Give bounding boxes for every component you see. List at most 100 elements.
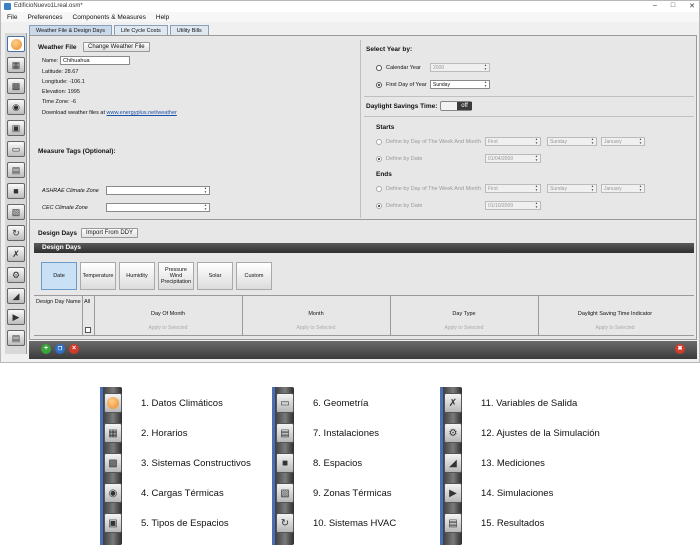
legend-icon-results: ▤ <box>444 513 462 533</box>
grid-bottom-line <box>34 335 694 336</box>
end-week-select[interactable]: First <box>485 184 541 193</box>
col-day-type: Day Type <box>452 311 476 317</box>
sidebar-item-run[interactable]: ▶ <box>7 309 25 325</box>
menu-components-measures[interactable]: Components & Measures <box>73 14 146 21</box>
sidebar-item-space-types[interactable]: ▣ <box>7 120 25 136</box>
schedules-icon: ▦ <box>108 427 118 439</box>
apply-to-selected[interactable]: Apply to Selected <box>392 325 536 331</box>
col-day-of-month: Day Of Month <box>151 311 185 317</box>
legend-item-15: 15. Resultados <box>481 518 545 529</box>
first-day-select[interactable]: Sunday <box>430 80 490 89</box>
end-date-label: Define by Date <box>386 203 423 209</box>
app-window: EdificioNuevo1Lreal.osm* – □ ✕ File Pref… <box>0 0 700 363</box>
add-button[interactable]: + <box>41 344 51 354</box>
sidebar-item-hvac[interactable]: ↻ <box>7 225 25 241</box>
output-variables-icon: ✗ <box>448 397 458 409</box>
legend-item-11: 11. Variables de Salida <box>481 398 578 409</box>
calendar-year-select[interactable]: 2000 <box>430 63 490 72</box>
grid-divider <box>94 295 95 335</box>
sidebar-item-site[interactable] <box>7 36 25 52</box>
menu-file[interactable]: File <box>7 14 17 21</box>
download-prefix: Download weather files at <box>42 110 107 116</box>
site-icon <box>10 38 22 50</box>
purge-button[interactable]: ✖ <box>675 344 685 354</box>
bottom-toolbar: + ❐ × ✖ <box>29 341 697 359</box>
elevation-text: Elevation: 1995 <box>42 89 80 95</box>
end-dow-radio[interactable] <box>376 186 382 192</box>
humidity-tab-button[interactable]: Humidity <box>119 262 155 290</box>
menu-bar: File Preferences Components & Measures H… <box>1 12 699 22</box>
legend-icon-loads: ◉ <box>104 483 122 503</box>
apply-to-selected[interactable]: Apply to Selected <box>244 325 388 331</box>
maximize-button[interactable]: □ <box>671 2 675 10</box>
legend-item-10: 10. Sistemas HVAC <box>313 518 397 529</box>
start-dow-label: Define by Day of The Week And Month <box>386 139 481 145</box>
menu-preferences[interactable]: Preferences <box>27 14 62 21</box>
start-day-select[interactable]: Sunday <box>547 137 597 146</box>
menu-help[interactable]: Help <box>156 14 169 21</box>
vertical-tab-sidebar: ▦ ▩ ◉ ▣ ▭ ▤ ■ ▧ ↻ ✗ ⚙ ◢ ▶ ▤ <box>5 33 27 354</box>
sidebar-item-facility[interactable]: ▤ <box>7 162 25 178</box>
first-day-radio[interactable] <box>376 82 382 88</box>
sidebar-item-results[interactable]: ▤ <box>7 330 25 346</box>
facility-icon: ▤ <box>280 427 290 439</box>
legend-icon-run: ▶ <box>444 483 462 503</box>
all-checkbox[interactable] <box>85 327 91 333</box>
sidebar-item-output-variables[interactable]: ✗ <box>7 246 25 262</box>
pressure-wind-tab-button[interactable]: Pressure Wind Precipitation <box>158 262 194 290</box>
name-field[interactable]: Chihuahua <box>60 56 130 65</box>
results-icon: ▤ <box>11 332 21 343</box>
hvac-icon: ↻ <box>280 517 290 529</box>
apply-to-selected[interactable]: Apply to Selected <box>540 325 690 331</box>
solar-tab-button[interactable]: Solar <box>197 262 233 290</box>
ashrae-climate-zone-select[interactable] <box>106 186 210 195</box>
start-week-select[interactable]: First <box>485 137 541 146</box>
legend-item-4: 4. Cargas Térmicas <box>141 488 224 499</box>
change-weather-file-button[interactable]: Change Weather File <box>83 42 150 52</box>
tab-utility-bills[interactable]: Utility Bills <box>169 25 209 35</box>
remove-button[interactable]: × <box>69 344 79 354</box>
sidebar-item-spaces[interactable]: ■ <box>7 183 25 199</box>
sidebar-item-measures[interactable]: ◢ <box>7 288 25 304</box>
download-text: Download weather files at www.energyplus… <box>42 110 177 116</box>
legend-icon-simulation-settings: ⚙ <box>444 423 462 443</box>
minimize-button[interactable]: – <box>653 2 657 10</box>
window-title: EdificioNuevo1Lreal.osm* <box>14 3 83 9</box>
cec-climate-zone-select[interactable] <box>106 203 210 212</box>
start-date-radio[interactable] <box>376 156 382 162</box>
divider <box>364 96 694 97</box>
custom-tab-button[interactable]: Custom <box>236 262 272 290</box>
first-day-label: First Day of Year <box>386 82 427 88</box>
sidebar-item-geometry[interactable]: ▭ <box>7 141 25 157</box>
end-date-radio[interactable] <box>376 203 382 209</box>
sidebar-item-thermal-zones[interactable]: ▧ <box>7 204 25 220</box>
import-from-ddy-button[interactable]: Import From DDY <box>81 228 139 238</box>
tab-life-cycle-costs[interactable]: Life Cycle Costs <box>113 25 168 35</box>
sidebar-item-constructions[interactable]: ▩ <box>7 78 25 94</box>
constructions-icon: ▩ <box>108 457 118 469</box>
temperature-tab-button[interactable]: Temperature <box>80 262 116 290</box>
download-link[interactable]: www.energyplus.net/weather <box>107 110 177 116</box>
end-month-select[interactable]: January <box>601 184 645 193</box>
tab-bar: Weather File & Design Days Life Cycle Co… <box>29 25 209 35</box>
date-tab-button[interactable]: Date <box>41 262 77 290</box>
column-divider <box>360 40 361 218</box>
sidebar-item-simulation-settings[interactable]: ⚙ <box>7 267 25 283</box>
start-date-field[interactable]: 01/04/2009 <box>485 154 541 163</box>
legend-item-1: 1. Datos Climáticos <box>141 398 223 409</box>
end-dow-label: Define by Day of The Week And Month <box>386 186 481 192</box>
spaces-icon: ■ <box>281 457 289 469</box>
end-date-field[interactable]: 01/10/2009 <box>485 201 541 210</box>
sidebar-item-loads[interactable]: ◉ <box>7 99 25 115</box>
copy-button[interactable]: ❐ <box>55 344 65 354</box>
start-month-select[interactable]: January <box>601 137 645 146</box>
apply-to-selected[interactable]: Apply to Selected <box>96 325 240 331</box>
close-button[interactable]: ✕ <box>689 2 695 10</box>
legend-item-13: 13. Mediciones <box>481 458 545 469</box>
sidebar-item-schedules[interactable]: ▦ <box>7 57 25 73</box>
start-dow-radio[interactable] <box>376 139 382 145</box>
dst-toggle[interactable]: off <box>440 101 472 111</box>
calendar-year-radio[interactable] <box>376 65 382 71</box>
tab-weather-file[interactable]: Weather File & Design Days <box>29 25 112 35</box>
end-day-select[interactable]: Sunday <box>547 184 597 193</box>
